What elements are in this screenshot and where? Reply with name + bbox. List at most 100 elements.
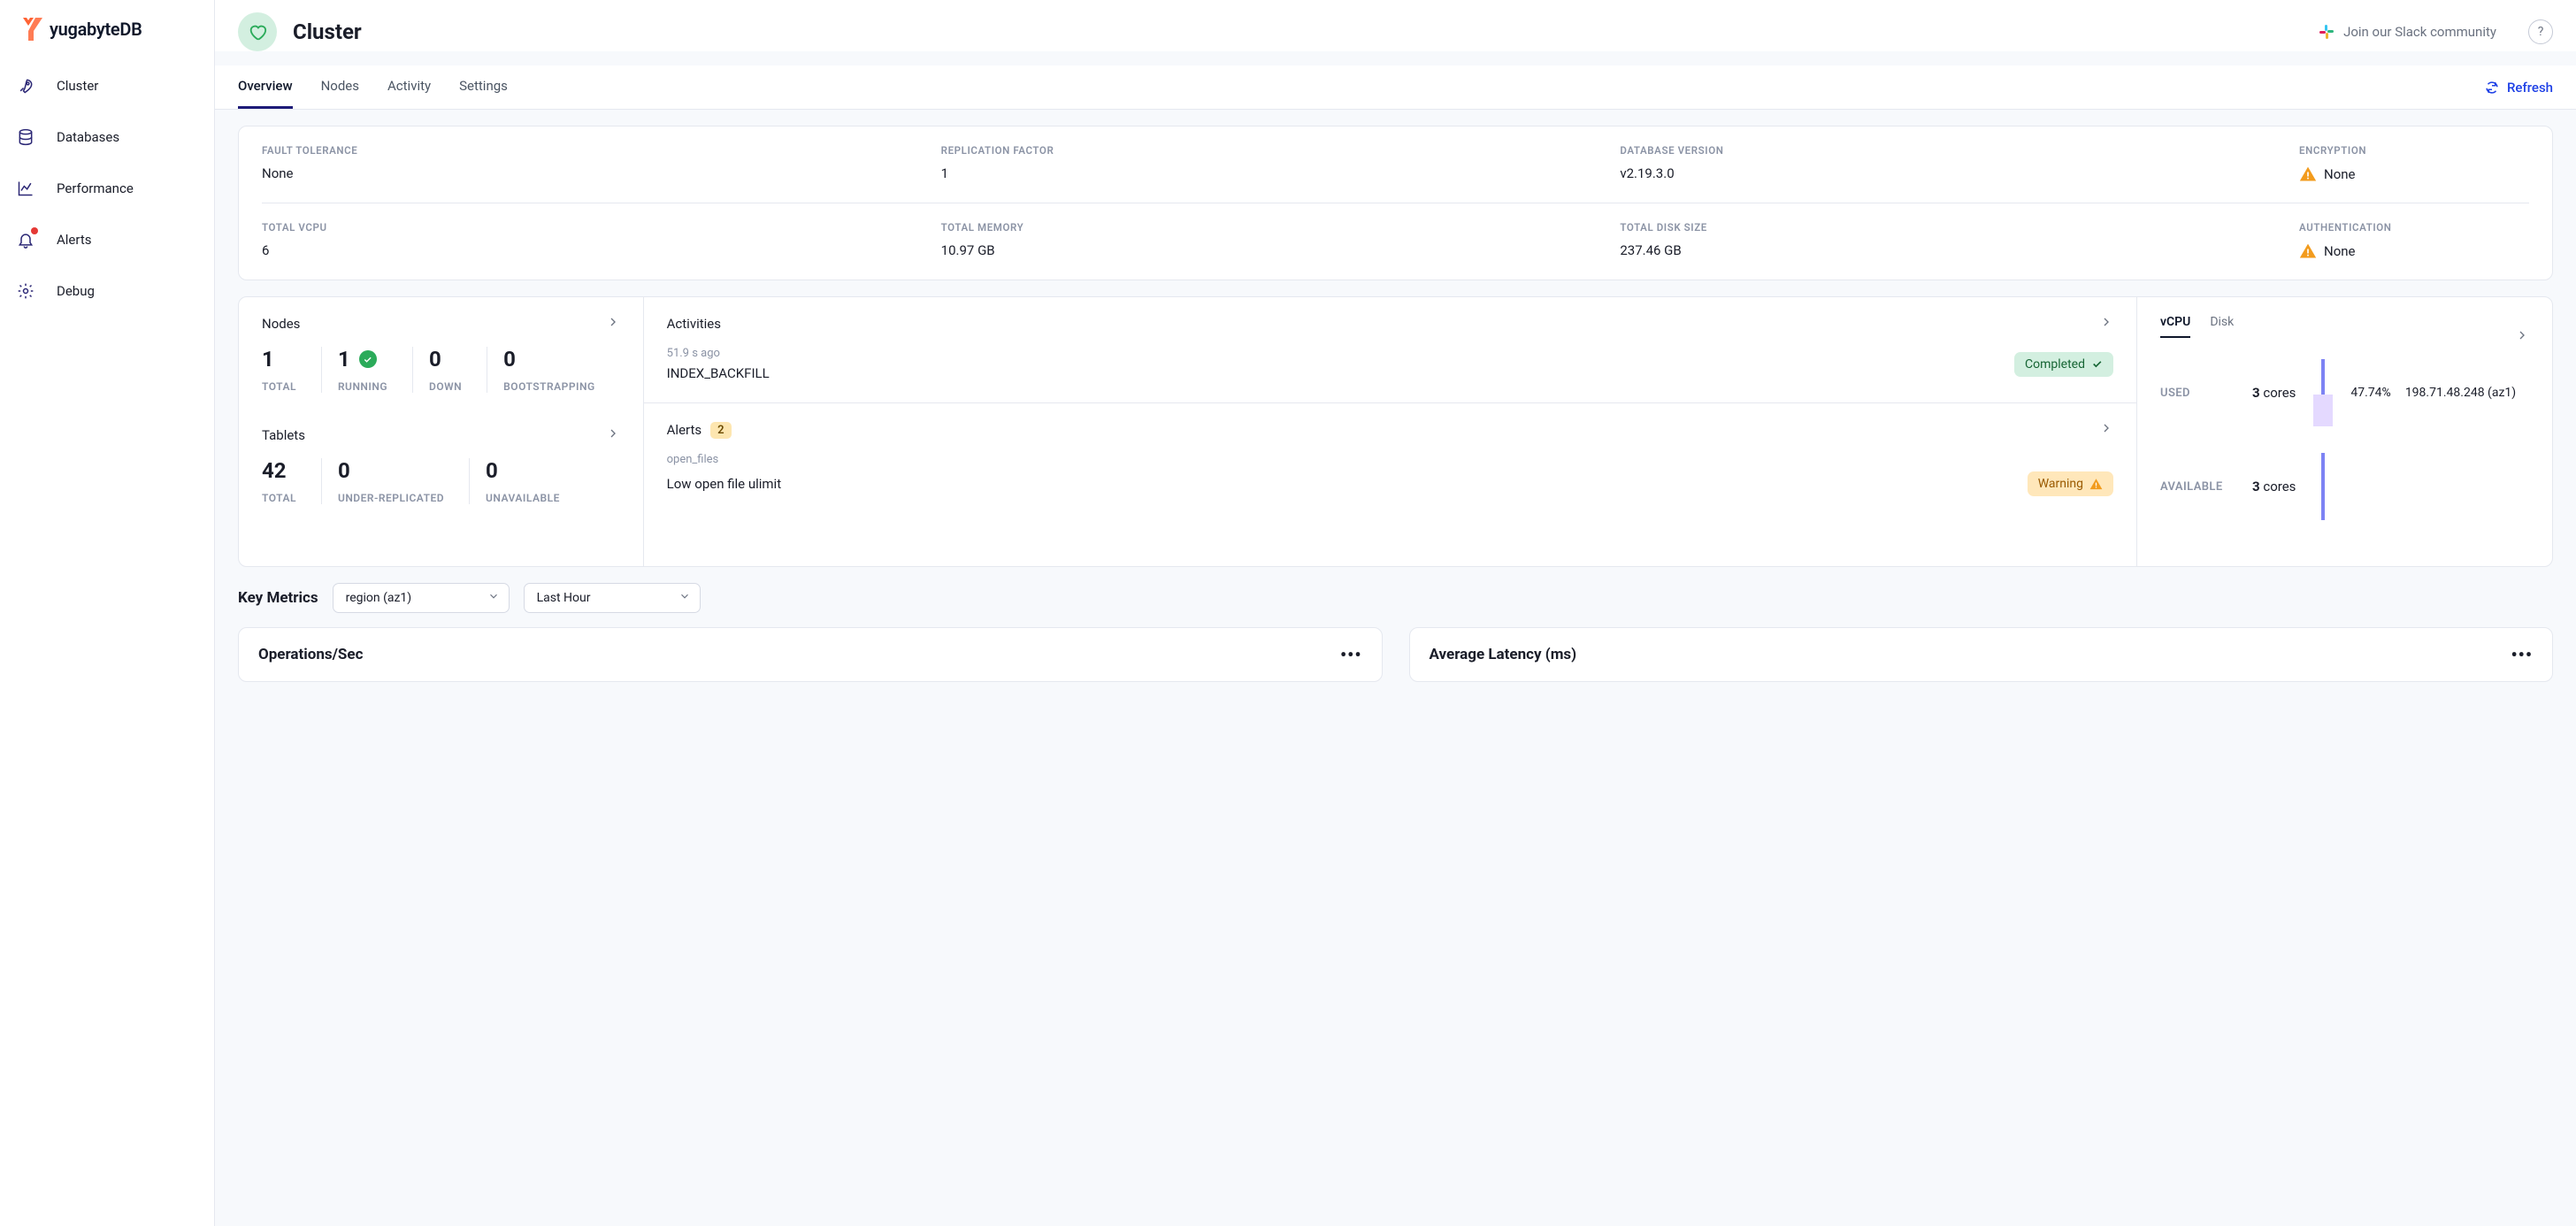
check-circle-icon [359,350,377,368]
tablets-unavail-label: UNAVAILABLE [486,492,560,504]
main: Cluster Join our Slack community ? Overv… [215,0,2576,1226]
alert-item: Low open file ulimit Warning [667,471,2113,496]
tab-activity[interactable]: Activity [387,65,431,109]
alert-msg: Low open file ulimit [667,476,781,492]
metric-card-latency: Average Latency (ms) ••• [1409,627,2554,682]
nodes-boot-label: BOOTSTRAPPING [503,380,594,393]
total-memory-value: 10.97 GB [941,242,1621,258]
nav-label: Performance [57,180,134,196]
header: Cluster Join our Slack community ? [215,0,2576,51]
alerts-title: Alerts [667,422,702,438]
slack-text: Join our Slack community [2343,24,2496,40]
tab-overview[interactable]: Overview [238,65,293,109]
nodes-boot-num: 0 [503,347,594,372]
nav-label: Cluster [57,78,98,94]
nav: Cluster Databases Performance Alerts Deb… [0,60,214,317]
chart-line-icon [16,179,35,198]
resources-expand[interactable] [2515,328,2529,346]
question-icon: ? [2538,25,2544,39]
key-metrics-title: Key Metrics [238,589,318,607]
resource-tab-disk[interactable]: Disk [2210,315,2234,338]
key-metrics-header: Key Metrics region (az1) Last Hour [238,583,2553,613]
total-disk-label: TOTAL DISK SIZE [1620,221,2299,234]
tablets-expand[interactable] [606,426,620,444]
nodes-running-num: 1 [338,347,350,372]
available-label: AVAILABLE [2160,480,2238,494]
metric-card-ops: Operations/Sec ••• [238,627,1383,682]
check-icon [2091,358,2103,370]
sidebar-item-debug[interactable]: Debug [0,265,214,317]
resource-tab-vcpu[interactable]: vCPU [2160,315,2190,338]
total-vcpu-label: TOTAL VCPU [262,221,941,234]
logo-icon [16,18,42,41]
encryption-label: ENCRYPTION [2299,144,2529,157]
status-badge-warning: Warning [2028,471,2113,496]
activity-time: 51.9 s ago [667,347,770,360]
db-version-value: v2.19.3.0 [1620,165,2299,181]
sidebar-item-cluster[interactable]: Cluster [0,60,214,111]
available-bar [2310,453,2336,520]
encryption-value: None [2324,166,2356,182]
gear-icon [16,281,35,301]
alerts-count-badge: 2 [710,422,731,439]
tab-settings[interactable]: Settings [459,65,508,109]
warning-icon [2089,478,2103,491]
tablets-title: Tablets [262,427,305,443]
tablets-total-num: 42 [262,458,296,483]
auth-label: AUTHENTICATION [2299,221,2529,234]
sidebar-item-performance[interactable]: Performance [0,163,214,214]
resource-available-row: AVAILABLE 3 cores [2160,453,2529,520]
help-button[interactable]: ? [2528,19,2553,44]
database-icon [16,127,35,147]
chevron-down-icon [678,590,691,606]
used-host: 198.71.48.248 (az1) [2405,386,2516,400]
rocket-icon [16,76,35,96]
nodes-running-label: RUNNING [338,380,387,393]
sidebar: yugabyteDB Cluster Databases Performance… [0,0,215,1226]
refresh-button[interactable]: Refresh [2484,80,2553,96]
used-pct: 47.74% [2350,386,2390,400]
panels-card: Nodes 1 TOTAL 1 [238,296,2553,567]
tablets-total-label: TOTAL [262,492,296,504]
total-vcpu-value: 6 [262,242,941,258]
auth-value: None [2324,243,2356,259]
used-label: USED [2160,387,2238,400]
slack-link[interactable]: Join our Slack community [2319,24,2496,40]
activities-expand[interactable] [2099,315,2113,333]
warning-icon [2299,165,2317,183]
fault-tolerance-value: None [262,165,941,181]
status-badge-completed: Completed [2014,352,2113,377]
activity-name: INDEX_BACKFILL [667,365,770,381]
fault-tolerance-label: FAULT TOLERANCE [262,144,941,157]
nav-label: Databases [57,129,119,145]
bell-icon [16,230,35,249]
chevron-right-icon [2099,315,2113,329]
tab-nodes[interactable]: Nodes [321,65,359,109]
resource-used-row: USED 3 cores 47.74% 198.71.48.248 (az1) [2160,359,2529,426]
chevron-right-icon [2099,421,2113,435]
slack-icon [2319,24,2334,40]
chevron-down-icon [487,590,500,606]
timerange-select[interactable]: Last Hour [524,583,701,613]
replication-value: 1 [941,165,1621,181]
nodes-expand[interactable] [606,315,620,333]
warning-icon [2299,242,2317,260]
nodes-total-label: TOTAL [262,380,296,393]
db-version-label: DATABASE VERSION [1620,144,2299,157]
refresh-icon [2484,80,2500,96]
total-disk-value: 237.46 GB [1620,242,2299,258]
region-select[interactable]: region (az1) [333,583,510,613]
alerts-expand[interactable] [2099,421,2113,439]
metric-title-latency: Average Latency (ms) [1430,646,1577,663]
sidebar-item-databases[interactable]: Databases [0,111,214,163]
activities-title: Activities [667,316,721,332]
refresh-label: Refresh [2507,80,2553,96]
chevron-right-icon [606,315,620,329]
nodes-total-num: 1 [262,347,296,372]
nav-label: Debug [57,283,95,299]
metric-menu-latency[interactable]: ••• [2511,644,2533,665]
sidebar-item-alerts[interactable]: Alerts [0,214,214,265]
chevron-right-icon [2515,328,2529,342]
metric-menu-ops[interactable]: ••• [1340,644,1362,665]
activity-item: 51.9 s ago INDEX_BACKFILL Completed [667,347,2113,381]
